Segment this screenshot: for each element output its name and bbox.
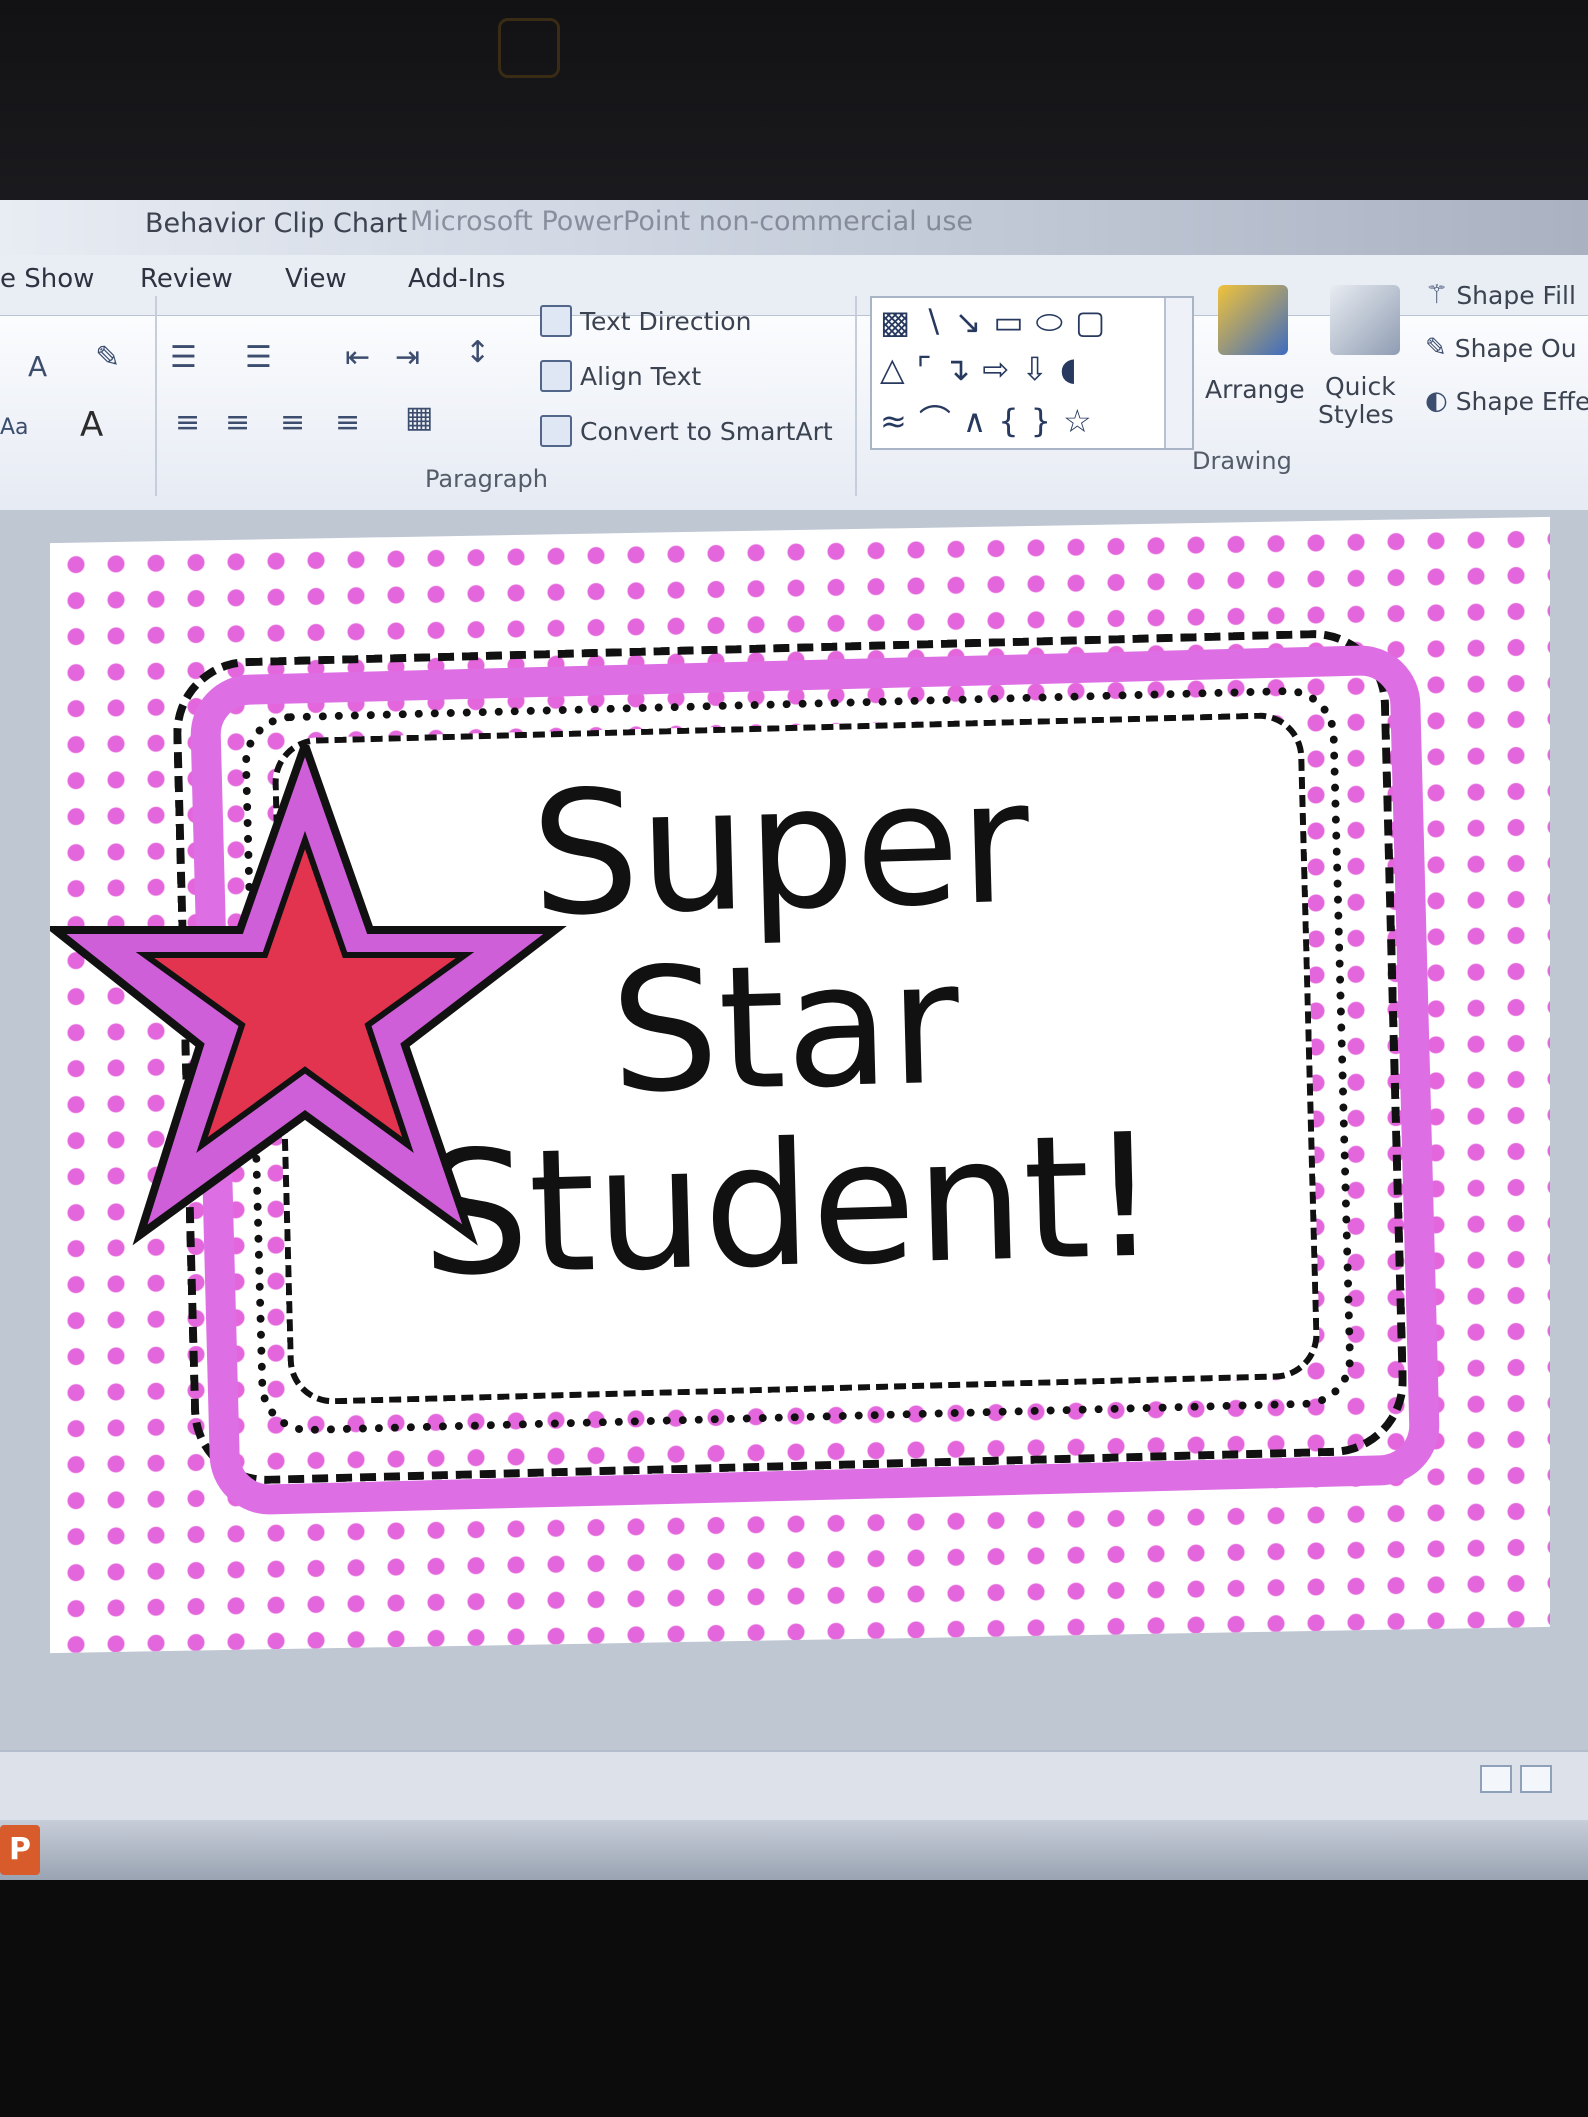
group-separator	[855, 296, 857, 496]
align-text-button[interactable]: Align Text	[540, 360, 701, 392]
align-text-icon	[540, 360, 572, 392]
arrange-button[interactable]: Arrange	[1205, 375, 1305, 404]
grow-font-button[interactable]: A	[28, 350, 47, 383]
shapes-row-1: ▩∖↘▭⬭▢	[880, 303, 1118, 341]
convert-smartart-button[interactable]: Convert to SmartArt	[540, 415, 833, 447]
text-direction-button[interactable]: Text Direction	[540, 305, 751, 337]
screen: Behavior Clip Chart Microsoft PowerPoint…	[0, 200, 1588, 1880]
shapes-gallery-scroll[interactable]	[1164, 298, 1192, 448]
text-direction-icon	[540, 305, 572, 337]
window-title: Behavior Clip Chart	[145, 208, 408, 239]
slide-sorter-icon[interactable]	[1520, 1765, 1552, 1793]
shapes-row-3: ≈⌒∧{}☆	[880, 402, 1104, 440]
shapes-row-2: △⌜↴⇨⇩◖	[880, 350, 1089, 388]
align-left-icon[interactable]: ≡	[175, 405, 200, 440]
status-bar	[0, 1750, 1588, 1822]
quick-styles-line1[interactable]: Quick	[1325, 372, 1396, 401]
quick-styles-icon	[1330, 285, 1400, 355]
tab-slide-show[interactable]: e Show	[0, 264, 94, 294]
smartart-icon	[540, 415, 572, 447]
arrange-icon	[1218, 285, 1288, 355]
title-bar: Behavior Clip Chart Microsoft PowerPoint…	[0, 200, 1588, 255]
group-separator	[155, 296, 157, 496]
paint-bucket-icon: ⚚	[1425, 280, 1449, 310]
decrease-indent-icon[interactable]: ⇤	[345, 340, 370, 375]
star-icon	[50, 745, 567, 1246]
numbering-icon[interactable]: ☰	[245, 340, 272, 375]
normal-view-icon[interactable]	[1480, 1765, 1512, 1793]
bullets-icon[interactable]: ☰	[170, 340, 197, 375]
shape-outline-button[interactable]: ✎ Shape Ou	[1425, 333, 1577, 363]
shape-fill-label: Shape Fill	[1456, 280, 1576, 310]
tab-view[interactable]: View	[285, 264, 347, 294]
shape-effects-icon: ◐	[1425, 386, 1448, 416]
columns-icon[interactable]: ▦	[405, 400, 433, 435]
laptop-bezel-top	[0, 0, 1588, 215]
align-center-icon[interactable]: ≡	[225, 405, 250, 440]
paragraph-group-label: Paragraph	[425, 465, 548, 493]
convert-smartart-label: Convert to SmartArt	[580, 416, 833, 446]
change-case-button[interactable]: Aa	[0, 415, 29, 440]
font-color-button[interactable]: A	[80, 405, 103, 445]
tab-review[interactable]: Review	[140, 264, 233, 294]
laptop-bezel-bottom	[0, 1880, 1588, 2117]
align-text-label: Align Text	[580, 361, 702, 391]
shape-outline-label: Shape Ou	[1454, 333, 1577, 363]
taskbar	[0, 1820, 1588, 1880]
webcam-icon	[498, 18, 560, 78]
shape-effects-label: Shape Effe	[1455, 386, 1588, 416]
increase-indent-icon[interactable]: ⇥	[395, 340, 420, 375]
text-direction-label: Text Direction	[580, 306, 752, 336]
tab-add-ins[interactable]: Add-Ins	[408, 264, 505, 294]
line-spacing-icon[interactable]: ↕	[465, 335, 490, 370]
window-title-suffix: Microsoft PowerPoint non-commercial use	[410, 206, 974, 237]
shapes-gallery[interactable]: ▩∖↘▭⬭▢ △⌜↴⇨⇩◖ ≈⌒∧{}☆	[870, 296, 1194, 450]
justify-icon[interactable]: ≡	[335, 405, 360, 440]
shape-effects-button[interactable]: ◐ Shape Effe	[1425, 386, 1588, 416]
powerpoint-taskbar-icon[interactable]: P	[0, 1825, 40, 1875]
pencil-icon: ✎	[1425, 333, 1447, 363]
quick-styles-line2[interactable]: Styles	[1318, 400, 1394, 429]
align-right-icon[interactable]: ≡	[280, 405, 305, 440]
clear-formatting-icon[interactable]: ✎	[95, 340, 120, 375]
drawing-group-label: Drawing	[1192, 447, 1292, 475]
shape-fill-button[interactable]: ⚚ Shape Fill	[1425, 280, 1576, 310]
